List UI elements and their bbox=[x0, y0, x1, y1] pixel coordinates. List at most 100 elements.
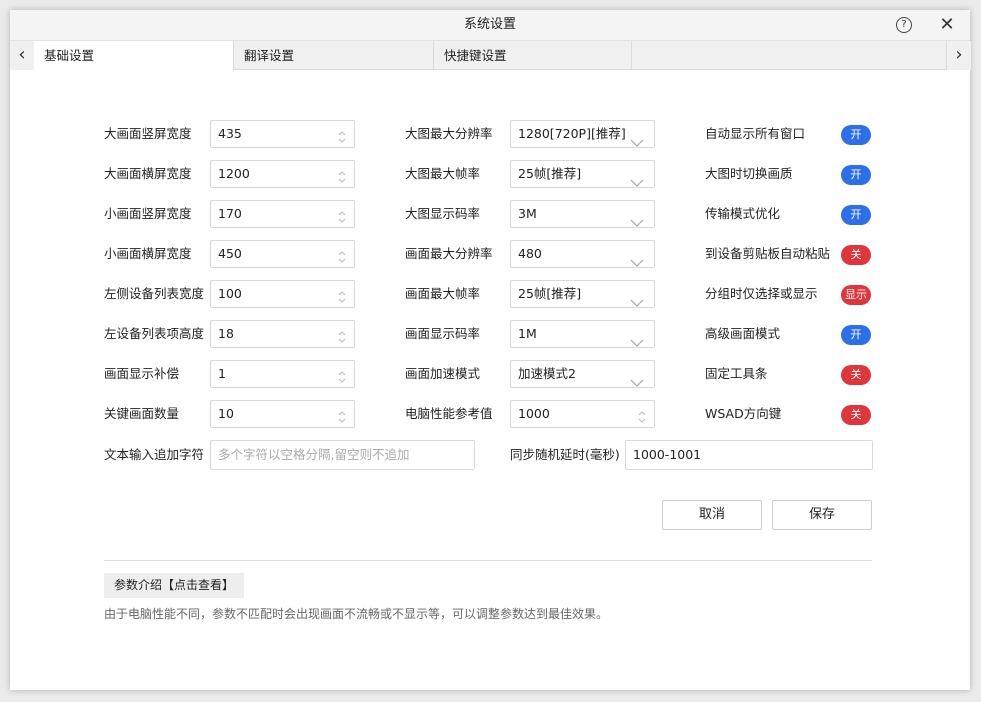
toggle-label: 传输模式优化 bbox=[705, 206, 781, 221]
number-input[interactable]: 1000 bbox=[510, 400, 655, 428]
number-input[interactable]: 450 bbox=[210, 240, 355, 268]
setting-label: 左侧设备列表宽度 bbox=[104, 286, 205, 301]
setting-label: 画面最大帧率 bbox=[405, 286, 481, 301]
help-icon[interactable]: ? bbox=[896, 17, 912, 33]
setting-label: 大图显示码率 bbox=[405, 206, 481, 221]
setting-label: 大图最大分辨率 bbox=[405, 126, 493, 141]
setting-label: 左设备列表项高度 bbox=[104, 326, 205, 341]
number-input-value: 1 bbox=[218, 366, 226, 381]
select-value: 25帧[推荐] bbox=[518, 166, 582, 181]
tab-translation-settings[interactable]: 翻译设置 bbox=[234, 41, 434, 70]
toggle-switch[interactable]: 开 bbox=[841, 325, 871, 345]
spin-arrows-icon[interactable] bbox=[338, 207, 346, 223]
number-input-value: 100 bbox=[218, 286, 242, 301]
setting-label: 小画面竖屏宽度 bbox=[104, 206, 192, 221]
chevron-down-icon bbox=[630, 330, 644, 347]
parameter-info-description: 由于电脑性能不同，参数不匹配时会出现画面不流畅或不显示等，可以调整参数达到最佳效… bbox=[104, 607, 609, 621]
spin-arrows-icon[interactable] bbox=[338, 127, 346, 143]
toggle-label: 自动显示所有窗口 bbox=[705, 126, 806, 141]
select-value: 1280[720P][推荐] bbox=[518, 126, 626, 141]
number-input[interactable]: 170 bbox=[210, 200, 355, 228]
toggle-switch[interactable]: 开 bbox=[841, 165, 871, 185]
toggle-label: WSAD方向键 bbox=[705, 406, 782, 421]
toggle-label: 高级画面模式 bbox=[705, 326, 781, 341]
chevron-down-icon bbox=[630, 290, 644, 307]
select-dropdown[interactable]: 480 bbox=[510, 240, 655, 268]
number-input[interactable]: 100 bbox=[210, 280, 355, 308]
number-input-value: 170 bbox=[218, 206, 242, 221]
divider bbox=[104, 560, 872, 561]
setting-label: 电脑性能参考值 bbox=[405, 406, 493, 421]
parameter-info-button[interactable]: 参数介绍【点击查看】 bbox=[104, 573, 245, 598]
setting-label: 大图最大帧率 bbox=[405, 166, 481, 181]
setting-label: 关键画面数量 bbox=[104, 406, 180, 421]
select-dropdown[interactable]: 25帧[推荐] bbox=[510, 160, 655, 188]
spin-arrows-icon[interactable] bbox=[338, 247, 346, 263]
sync-delay-input[interactable]: 1000-1001 bbox=[625, 440, 873, 470]
chevron-down-icon bbox=[630, 250, 644, 267]
select-dropdown[interactable]: 1280[720P][推荐] bbox=[510, 120, 655, 148]
select-dropdown[interactable]: 1M bbox=[510, 320, 655, 348]
text-append-label: 文本输入追加字符 bbox=[104, 447, 205, 462]
number-input[interactable]: 1 bbox=[210, 360, 355, 388]
setting-label: 画面显示补偿 bbox=[104, 366, 180, 381]
toggle-label: 分组时仅选择或显示 bbox=[705, 286, 818, 301]
tab-bar: ‹ 基础设置 翻译设置 快捷键设置 › bbox=[10, 40, 971, 71]
select-dropdown[interactable]: 3M bbox=[510, 200, 655, 228]
setting-label: 画面显示码率 bbox=[405, 326, 481, 341]
toggle-switch[interactable]: 关 bbox=[841, 365, 871, 385]
toggle-label: 大图时切换画质 bbox=[705, 166, 793, 181]
number-input-value: 10 bbox=[218, 406, 234, 421]
select-value: 加速模式2 bbox=[518, 366, 576, 381]
spin-arrows-icon[interactable] bbox=[338, 327, 346, 343]
chevron-down-icon bbox=[630, 170, 644, 187]
chevron-down-icon bbox=[630, 130, 644, 147]
toggle-switch[interactable]: 关 bbox=[841, 245, 871, 265]
close-icon[interactable]: ✕ bbox=[937, 15, 957, 35]
select-value: 480 bbox=[518, 246, 542, 261]
tab-shortcut-settings[interactable]: 快捷键设置 bbox=[434, 41, 632, 70]
toggle-label: 到设备剪贴板自动粘贴 bbox=[705, 246, 831, 261]
setting-label: 小画面横屏宽度 bbox=[104, 246, 192, 261]
toggle-switch[interactable]: 关 bbox=[841, 405, 871, 425]
number-input-value: 1200 bbox=[218, 166, 250, 181]
select-dropdown[interactable]: 25帧[推荐] bbox=[510, 280, 655, 308]
toggle-label: 固定工具条 bbox=[705, 366, 768, 381]
tab-prev-arrow-icon[interactable]: ‹ bbox=[10, 41, 35, 70]
setting-label: 画面加速模式 bbox=[405, 366, 481, 381]
number-input-value: 1000 bbox=[518, 406, 550, 421]
setting-label: 大画面横屏宽度 bbox=[104, 166, 192, 181]
number-input[interactable]: 1200 bbox=[210, 160, 355, 188]
toggle-switch[interactable]: 显示 bbox=[841, 285, 871, 305]
select-dropdown[interactable]: 加速模式2 bbox=[510, 360, 655, 388]
spin-arrows-icon[interactable] bbox=[338, 167, 346, 183]
cancel-button[interactable]: 取消 bbox=[662, 500, 762, 530]
number-input-value: 435 bbox=[218, 126, 242, 141]
toggle-switch[interactable]: 开 bbox=[841, 205, 871, 225]
number-input[interactable]: 10 bbox=[210, 400, 355, 428]
save-button[interactable]: 保存 bbox=[772, 500, 872, 530]
toggle-switch[interactable]: 开 bbox=[841, 125, 871, 145]
sync-delay-value: 1000-1001 bbox=[633, 447, 702, 462]
select-value: 25帧[推荐] bbox=[518, 286, 582, 301]
spin-arrows-icon[interactable] bbox=[338, 287, 346, 303]
select-value: 1M bbox=[518, 326, 537, 341]
tab-basic-settings[interactable]: 基础设置 bbox=[34, 41, 234, 71]
setting-label: 画面最大分辨率 bbox=[405, 246, 493, 261]
spin-arrows-icon[interactable] bbox=[638, 407, 646, 423]
number-input-value: 450 bbox=[218, 246, 242, 261]
spin-arrows-icon[interactable] bbox=[338, 407, 346, 423]
settings-window: 系统设置 ? ✕ ‹ 基础设置 翻译设置 快捷键设置 › 大画面竖屏宽度 435 大… bbox=[10, 10, 971, 690]
chevron-down-icon bbox=[630, 370, 644, 387]
select-value: 3M bbox=[518, 206, 537, 221]
text-append-input[interactable]: 多个字符以空格分隔,留空则不追加 bbox=[210, 440, 475, 470]
title-bar: 系统设置 ? ✕ bbox=[10, 10, 970, 40]
spin-arrows-icon[interactable] bbox=[338, 367, 346, 383]
number-input[interactable]: 435 bbox=[210, 120, 355, 148]
number-input[interactable]: 18 bbox=[210, 320, 355, 348]
text-append-placeholder: 多个字符以空格分隔,留空则不追加 bbox=[218, 447, 410, 462]
tab-next-arrow-icon[interactable]: › bbox=[946, 41, 971, 70]
chevron-down-icon bbox=[630, 210, 644, 227]
sync-delay-label: 同步随机延时(毫秒) bbox=[510, 447, 620, 462]
number-input-value: 18 bbox=[218, 326, 234, 341]
